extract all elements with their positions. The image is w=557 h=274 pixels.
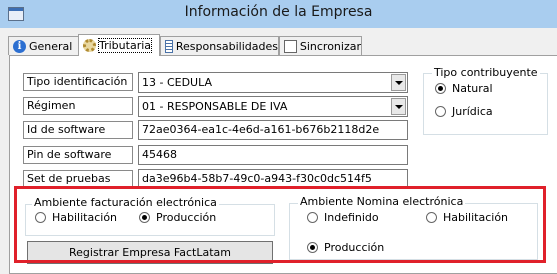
chevron-down-icon[interactable] [391, 98, 406, 115]
facturacion-habilitacion-label: Habilitación [52, 211, 118, 224]
nomina-habilitacion-label: Habilitación [443, 211, 509, 224]
set-pruebas-input[interactable]: da3e96b4-58b7-49c0-a943-f30c0dc514f5 [138, 169, 408, 189]
facturacion-produccion-label: Producción [156, 211, 217, 224]
pin-software-input[interactable]: 45468 [138, 145, 408, 165]
chevron-down-icon[interactable] [391, 74, 406, 91]
nomina-indefinido-label: Indefinido [324, 211, 379, 224]
tab-responsabilidades-label: Responsabilidades [175, 39, 278, 53]
radio-selected-icon [307, 242, 318, 253]
regimen-label: Régimen [23, 97, 133, 115]
ambiente-facturacion-title: Ambiente facturación electrónica [32, 196, 219, 209]
radio-unselected-icon [307, 212, 318, 223]
natural-radio-label: Natural [452, 82, 493, 95]
tipo-identificacion-select[interactable]: 13 - CEDULA [138, 72, 408, 93]
registrar-empresa-button[interactable]: Registrar Empresa FactLatam [27, 241, 273, 264]
window-title: Información de la Empresa [184, 4, 373, 20]
nomina-produccion-label: Producción [324, 241, 385, 254]
info-icon: i [13, 39, 26, 53]
title-bar[interactable]: Información de la Empresa [0, 0, 557, 28]
tab-tributaria[interactable]: Tributaria [78, 34, 160, 56]
tipo-identificacion-value: 13 - CEDULA [142, 76, 213, 89]
list-icon [165, 39, 173, 53]
id-software-input[interactable]: 72ae0364-ea1c-4e6d-a161-b676b2118d2e [138, 120, 408, 140]
facturacion-produccion-radio[interactable]: Producción [139, 211, 216, 224]
gear-icon [83, 39, 96, 52]
tab-general-label: General [29, 39, 73, 53]
tab-sincronizar-label: Sincronizar [299, 39, 361, 53]
tab-sincronizar[interactable]: Sincronizar [279, 36, 362, 55]
radio-selected-icon [435, 83, 446, 94]
radio-unselected-icon [35, 212, 46, 223]
radio-selected-icon [139, 212, 150, 223]
ambiente-nomina-title: Ambiente Nomina electrónica [298, 195, 466, 208]
regimen-value: 01 - RESPONSABLE DE IVA [142, 100, 288, 113]
pin-software-label: Pin de software [23, 146, 133, 164]
tab-responsabilidades[interactable]: Responsabilidades [160, 36, 279, 55]
radio-unselected-icon [435, 106, 446, 117]
nomina-habilitacion-radio[interactable]: Habilitación [426, 211, 508, 224]
tipo-identificacion-label: Tipo identificación [23, 73, 133, 91]
id-software-label: Id de software [23, 121, 133, 139]
juridica-radio[interactable]: Jurídica [435, 105, 493, 118]
tab-general[interactable]: i General [8, 36, 79, 55]
juridica-radio-label: Jurídica [452, 105, 493, 118]
nomina-indefinido-radio[interactable]: Indefinido [307, 211, 379, 224]
nomina-produccion-radio[interactable]: Producción [307, 241, 384, 254]
set-pruebas-label: Set de pruebas [23, 170, 133, 188]
tab-tributaria-label: Tributaria [97, 38, 153, 53]
tipo-contribuyente-title: Tipo contribuyente [432, 66, 540, 79]
regimen-select[interactable]: 01 - RESPONSABLE DE IVA [138, 96, 408, 117]
radio-unselected-icon [426, 212, 437, 223]
document-icon [284, 39, 297, 53]
natural-radio[interactable]: Natural [435, 82, 493, 95]
facturacion-habilitacion-radio[interactable]: Habilitación [35, 211, 117, 224]
